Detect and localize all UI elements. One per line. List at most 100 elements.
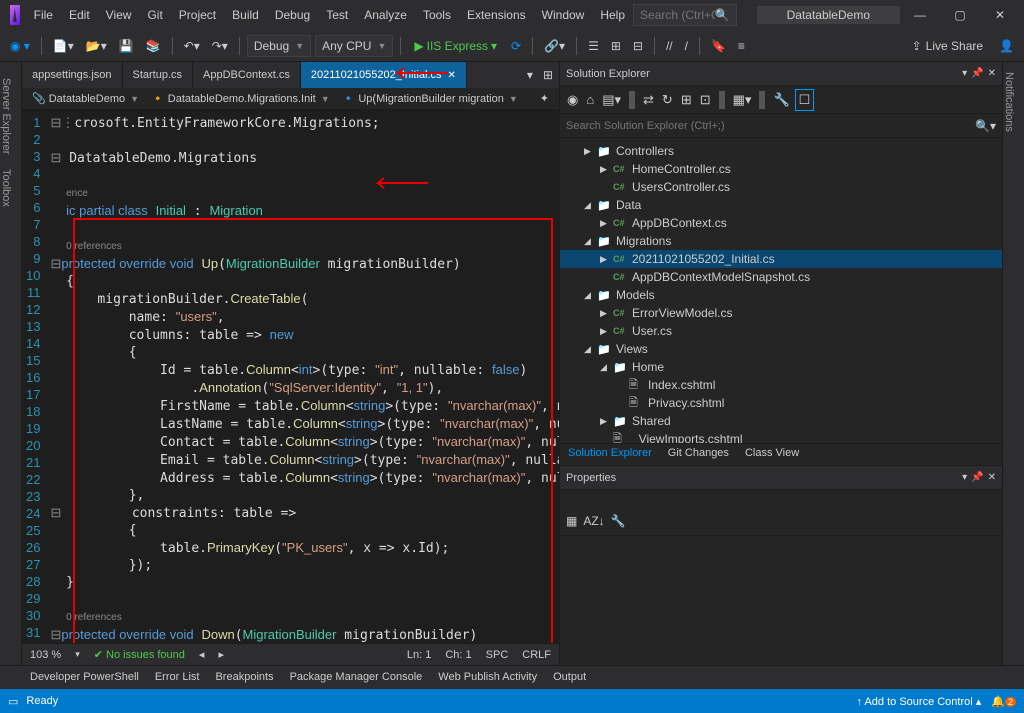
search-input[interactable]	[640, 8, 715, 22]
tree-item[interactable]: ▶C#HomeController.cs	[560, 160, 1002, 178]
tab-git-changes[interactable]: Git Changes	[660, 444, 737, 465]
notification-bell-button[interactable]: 🔔2	[991, 695, 1016, 708]
se-sync-button[interactable]: ⇄	[640, 90, 657, 110]
toolbox-btn2[interactable]: ⊞	[607, 34, 625, 58]
uncomment-button[interactable]: /	[681, 34, 692, 58]
breadcrumb-namespace[interactable]: 🔸DatatableDemo.Migrations.Init▼	[145, 90, 336, 107]
platform-combo[interactable]: Any CPU▼	[315, 35, 393, 57]
breadcrumb-method[interactable]: 🔹Up(MigrationBuilder migration▼	[336, 90, 524, 107]
tree-item[interactable]: C#UsersController.cs	[560, 178, 1002, 196]
minimize-button[interactable]: —	[900, 0, 940, 30]
comment-button[interactable]: //	[662, 34, 677, 58]
nav-next-icon[interactable]: ▸	[218, 648, 224, 661]
editor-tab[interactable]: appsettings.json	[22, 62, 123, 88]
menu-analyze[interactable]: Analyze	[356, 4, 415, 26]
tree-item[interactable]: ◢Home	[560, 358, 1002, 376]
notifications-tab[interactable]: Notifications	[1003, 72, 1015, 132]
close-tab-icon[interactable]: ✕	[448, 70, 456, 81]
split-editor-button[interactable]: ✦	[534, 90, 555, 107]
tree-item[interactable]: ◢Views	[560, 340, 1002, 358]
menu-test[interactable]: Test	[318, 4, 356, 26]
eol-mode[interactable]: CRLF	[522, 649, 551, 661]
code-editor[interactable]: 1234567891011121314151617181920212223242…	[22, 110, 559, 643]
bookmark-button[interactable]: 🔖	[707, 34, 730, 58]
menu-help[interactable]: Help	[592, 4, 633, 26]
menu-window[interactable]: Window	[534, 4, 593, 26]
bottom-tab[interactable]: Developer PowerShell	[22, 668, 147, 686]
toolbox-btn4[interactable]: ≡	[734, 34, 749, 58]
tree-item[interactable]: ◢Data	[560, 196, 1002, 214]
se-properties-button[interactable]: 🔧	[770, 90, 792, 110]
editor-tab[interactable]: Startup.cs	[123, 62, 194, 88]
menu-view[interactable]: View	[98, 4, 140, 26]
tab-class-view[interactable]: Class View	[737, 444, 807, 465]
tab-solution-explorer[interactable]: Solution Explorer	[560, 444, 660, 465]
panel-options-icon[interactable]: ▾	[962, 472, 967, 483]
search-options-icon[interactable]: 🔍▾	[975, 119, 996, 133]
se-home-button[interactable]: ⌂	[583, 90, 597, 109]
menu-edit[interactable]: Edit	[61, 4, 98, 26]
tree-item[interactable]: 🗎_ViewImports.cshtml	[560, 430, 1002, 443]
search-icon[interactable]: 🔍	[715, 8, 730, 22]
bottom-tab[interactable]: Error List	[147, 668, 208, 686]
categorize-button[interactable]: ▦	[566, 514, 577, 531]
bottom-tab[interactable]: Output	[545, 668, 594, 686]
new-button[interactable]: 📄▾	[49, 34, 78, 58]
editor-tab[interactable]: 20211021055202_Initial.cs✕	[301, 62, 467, 88]
close-panel-icon[interactable]: ✕	[988, 68, 996, 79]
tree-item[interactable]: C#AppDBContextModelSnapshot.cs	[560, 268, 1002, 286]
refresh-browser-button[interactable]: ⟳	[507, 34, 525, 58]
editor-tab[interactable]: AppDBContext.cs	[193, 62, 301, 88]
se-preview-button[interactable]: ☐	[795, 89, 815, 111]
tree-item[interactable]: ◢Models	[560, 286, 1002, 304]
tree-item[interactable]: ▶C#ErrorViewModel.cs	[560, 304, 1002, 322]
bottom-tab[interactable]: Package Manager Console	[282, 668, 431, 686]
tree-item[interactable]: ◢Migrations	[560, 232, 1002, 250]
browser-link-button[interactable]: 🔗▾	[540, 34, 569, 58]
close-button[interactable]: ✕	[980, 0, 1020, 30]
search-box[interactable]: 🔍	[633, 4, 737, 26]
alphabetize-button[interactable]: AZ↓	[583, 514, 604, 531]
breadcrumb-project[interactable]: 📎 DatatableDemo▼	[26, 90, 145, 107]
tree-item[interactable]: ▶C#AppDBContext.cs	[560, 214, 1002, 232]
zoom-level[interactable]: 103 %	[30, 649, 61, 661]
se-back-button[interactable]: ◉	[564, 90, 581, 110]
tree-item[interactable]: 🗎Index.cshtml	[560, 376, 1002, 394]
tab-overflow-button[interactable]: ⊞	[537, 68, 559, 82]
tree-item[interactable]: ▶Controllers	[560, 142, 1002, 160]
menu-project[interactable]: Project	[171, 4, 224, 26]
solution-tree[interactable]: ▶Controllers▶C#HomeController.csC#UsersC…	[560, 138, 1002, 443]
solution-search-input[interactable]	[566, 120, 975, 132]
open-button[interactable]: 📂▾	[82, 34, 111, 58]
bottom-tab[interactable]: Breakpoints	[207, 668, 281, 686]
se-refresh-button[interactable]: ↻	[659, 90, 676, 110]
maximize-button[interactable]: ▢	[940, 0, 980, 30]
undo-button[interactable]: ↶▾	[180, 34, 204, 58]
tab-dropdown-button[interactable]: ▾	[523, 68, 537, 82]
live-share-button[interactable]: ⇪ Live Share	[904, 37, 991, 55]
menu-debug[interactable]: Debug	[267, 4, 318, 26]
tree-item[interactable]: ▶C#User.cs	[560, 322, 1002, 340]
account-button[interactable]: 👤	[995, 34, 1018, 58]
server-explorer-tab[interactable]: Server Explorer	[0, 72, 14, 160]
menu-file[interactable]: File	[26, 4, 61, 26]
menu-build[interactable]: Build	[224, 4, 267, 26]
close-panel-icon[interactable]: ✕	[988, 472, 996, 483]
redo-button[interactable]: ↷▾	[208, 34, 232, 58]
se-show-all-button[interactable]: ▦▾	[730, 90, 755, 110]
save-button[interactable]: 💾	[115, 34, 138, 58]
indent-mode[interactable]: SPC	[486, 649, 509, 661]
props-wrench-button[interactable]: 🔧	[611, 514, 626, 531]
menu-extensions[interactable]: Extensions	[459, 4, 534, 26]
tree-item[interactable]: ▶Shared	[560, 412, 1002, 430]
add-source-control-button[interactable]: ↑ Add to Source Control ▴	[857, 695, 982, 708]
code-content[interactable]: ⊟⋮crosoft.EntityFrameworkCore.Migrations…	[50, 110, 559, 643]
se-view-button[interactable]: ▤▾	[599, 90, 624, 110]
save-all-button[interactable]: 📚	[142, 34, 165, 58]
tree-item[interactable]: 🗎Privacy.cshtml	[560, 394, 1002, 412]
bottom-tab[interactable]: Web Publish Activity	[430, 668, 545, 686]
nav-back-button[interactable]: ◉ ▾	[6, 34, 34, 58]
tree-item[interactable]: ▶C#20211021055202_Initial.cs	[560, 250, 1002, 268]
nav-prev-icon[interactable]: ◂	[199, 648, 205, 661]
toolbox-tab[interactable]: Toolbox	[0, 163, 14, 213]
